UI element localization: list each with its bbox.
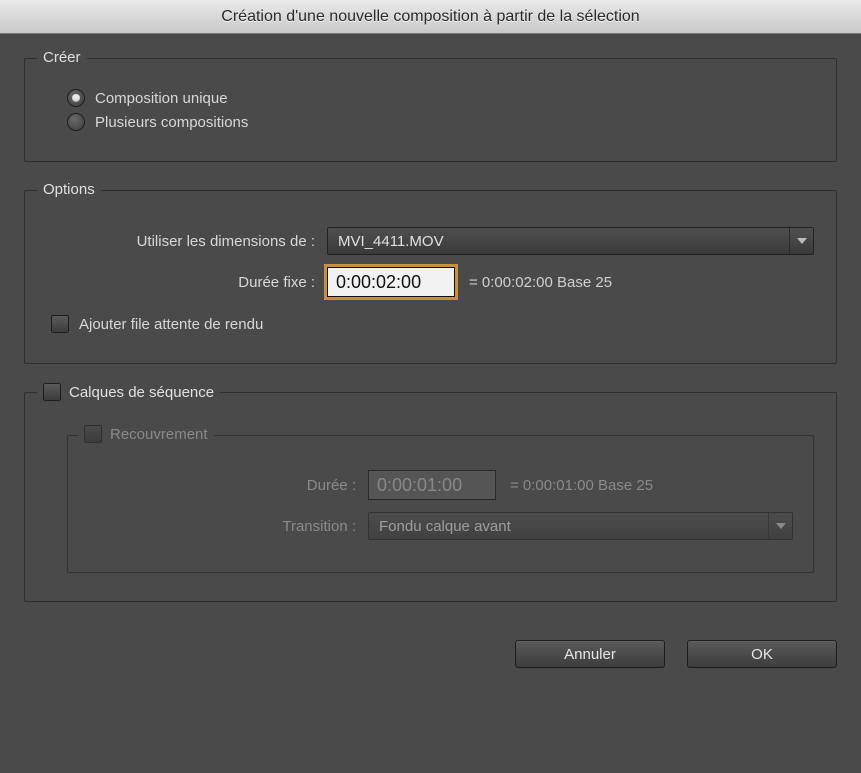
- dimensions-caret: [789, 228, 813, 254]
- overlap-duration-input: [368, 470, 496, 500]
- group-sequence-legend: Calques de séquence: [37, 383, 220, 401]
- window-title: Création d'une nouvelle composition à pa…: [221, 8, 639, 26]
- dialog-footer: Annuler OK: [0, 640, 861, 678]
- dimensions-label: Utiliser les dimensions de :: [47, 233, 327, 250]
- overlap-duration-label: Durée :: [88, 477, 368, 494]
- group-overlap-legend: Recouvrement: [78, 425, 214, 443]
- checkbox-overlap: [84, 425, 102, 443]
- fixed-duration-label: Durée fixe :: [47, 274, 327, 291]
- group-options: Options Utiliser les dimensions de : MVI…: [24, 190, 837, 364]
- transition-select: Fondu calque avant: [368, 512, 793, 540]
- transition-caret: [768, 513, 792, 539]
- row-overlap-duration: Durée : = 0:00:01:00 Base 25: [88, 470, 793, 500]
- group-sequence-layers: Calques de séquence Recouvrement Durée :…: [24, 392, 837, 602]
- dimensions-value: MVI_4411.MOV: [338, 233, 444, 250]
- checkbox-add-render-queue[interactable]: Ajouter file attente de rendu: [51, 315, 814, 333]
- group-create: Créer Composition unique Plusieurs compo…: [24, 58, 837, 162]
- add-render-queue-label: Ajouter file attente de rendu: [79, 316, 263, 333]
- dialog-content: Créer Composition unique Plusieurs compo…: [0, 34, 861, 640]
- group-overlap: Recouvrement Durée : = 0:00:01:00 Base 2…: [67, 435, 814, 573]
- row-dimensions: Utiliser les dimensions de : MVI_4411.MO…: [47, 227, 814, 255]
- overlap-label: Recouvrement: [110, 426, 208, 443]
- radio-single-label: Composition unique: [95, 90, 228, 107]
- radio-icon: [67, 113, 85, 131]
- row-transition: Transition : Fondu calque avant: [88, 512, 793, 540]
- transition-label: Transition :: [88, 518, 368, 535]
- group-create-legend: Créer: [37, 49, 87, 66]
- sequence-layers-label: Calques de séquence: [69, 384, 214, 401]
- checkbox-icon: [51, 315, 69, 333]
- checkbox-sequence-layers[interactable]: [43, 383, 61, 401]
- ok-button[interactable]: OK: [687, 640, 837, 668]
- fixed-duration-aux: = 0:00:02:00 Base 25: [469, 274, 612, 291]
- overlap-duration-aux: = 0:00:01:00 Base 25: [510, 477, 653, 494]
- radio-multiple-label: Plusieurs compositions: [95, 114, 248, 131]
- dimensions-select[interactable]: MVI_4411.MOV: [327, 227, 814, 255]
- chevron-down-icon: [776, 523, 786, 529]
- radio-icon: [67, 89, 85, 107]
- group-options-legend: Options: [37, 181, 101, 198]
- radio-single-composition[interactable]: Composition unique: [67, 89, 814, 107]
- chevron-down-icon: [797, 238, 807, 244]
- row-fixed-duration: Durée fixe : = 0:00:02:00 Base 25: [47, 267, 814, 297]
- transition-value: Fondu calque avant: [379, 518, 511, 535]
- cancel-button[interactable]: Annuler: [515, 640, 665, 668]
- fixed-duration-input[interactable]: [327, 267, 455, 297]
- radio-multiple-compositions[interactable]: Plusieurs compositions: [67, 113, 814, 131]
- window-titlebar: Création d'une nouvelle composition à pa…: [0, 0, 861, 34]
